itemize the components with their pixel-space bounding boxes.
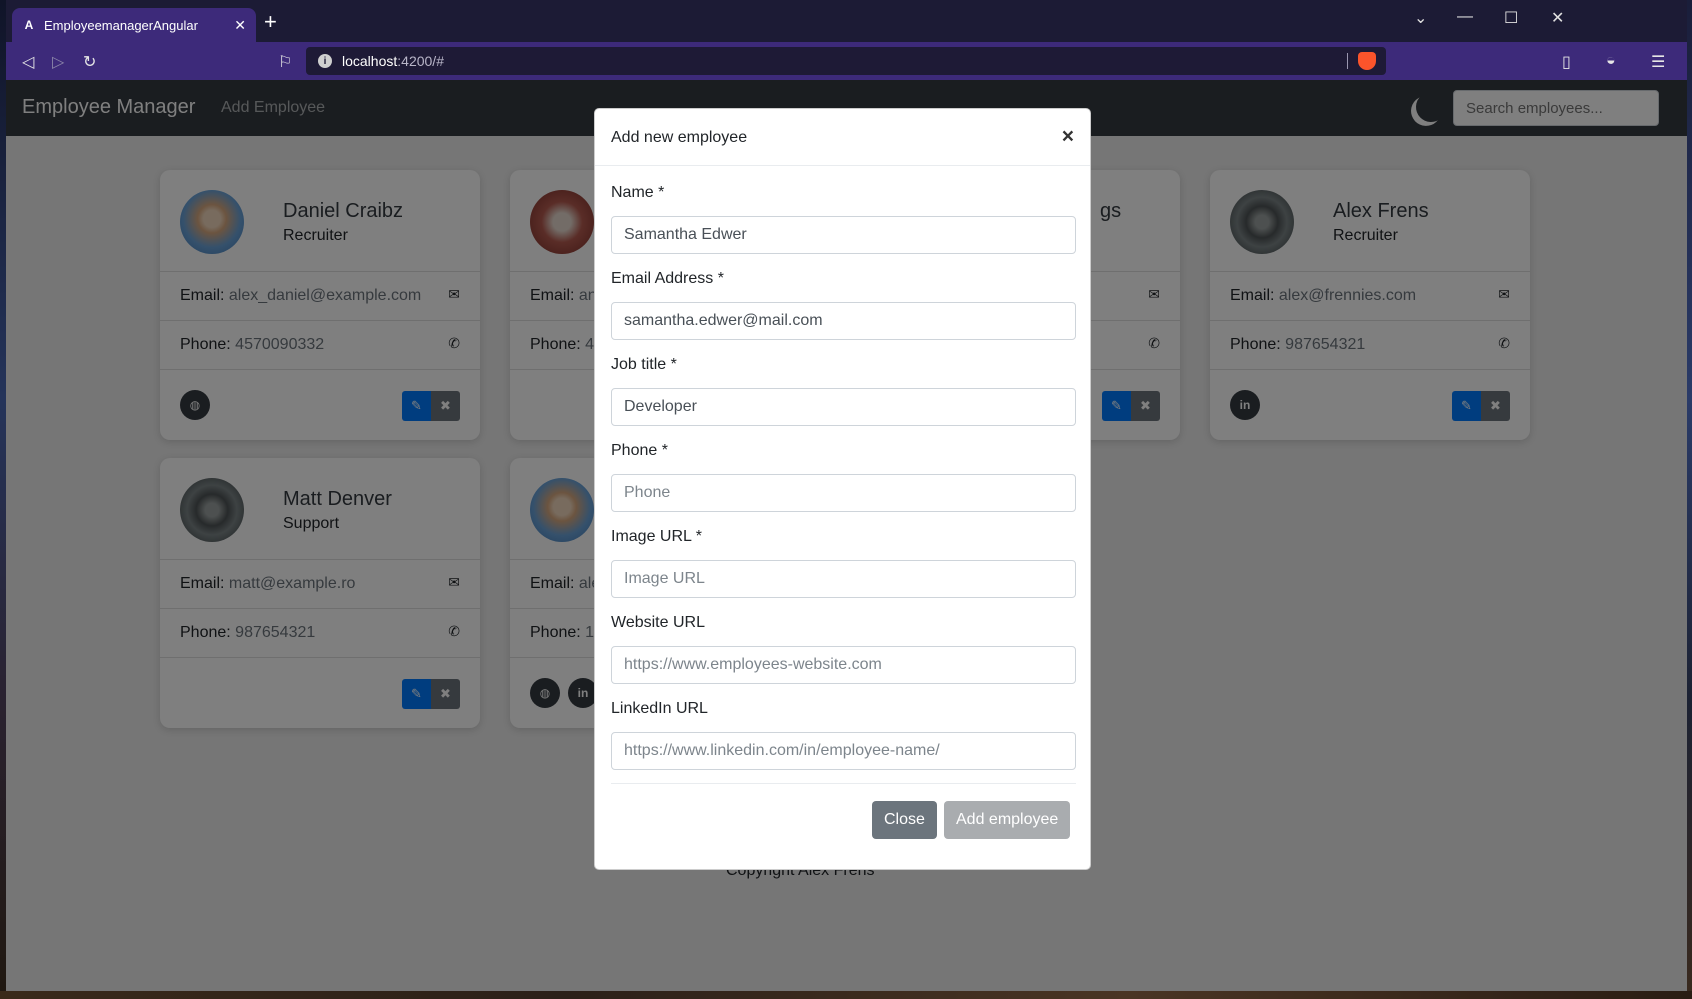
brave-shield-icon[interactable] [1358,52,1376,70]
phone-field[interactable] [611,474,1076,512]
email-group: Email Address * [611,270,1076,340]
email-field[interactable] [611,302,1076,340]
reload-icon[interactable]: ↻ [83,52,96,72]
page: Employee Manager Add Employee Daniel Cra… [6,80,1687,991]
desktop-edge-right [1687,0,1692,999]
linkedin-url-label: LinkedIn URL [611,700,708,717]
linkedin-url-group: LinkedIn URL [611,700,1076,770]
add-employee-modal: Add new employee × Name * Email Address … [594,108,1091,870]
tab-close-icon[interactable]: ✕ [234,17,246,34]
bookmark-icon[interactable]: ⚐ [278,52,292,72]
address-bar[interactable]: i localhost :4200/# [306,47,1386,75]
image-url-label: Image URL * [611,528,702,545]
job-title-label: Job title * [611,356,677,373]
sidebar-icon[interactable]: ▯ [1562,52,1571,72]
job-title-field[interactable] [611,388,1076,426]
modal-footer: Close Add employee [611,783,1076,871]
desktop-edge-bottom [0,991,1692,999]
url-host: localhost [342,53,398,69]
tab-strip: A EmployeemanagerAngular ✕ + ⌄ — ☐ ✕ [6,0,1687,42]
tab-title: EmployeemanagerAngular [44,17,198,33]
site-info-icon[interactable]: i [318,54,332,68]
wallet-icon[interactable]: ◒ [1606,52,1616,70]
back-icon[interactable]: ◁ [22,52,34,72]
add-employee-button[interactable]: Add employee [944,801,1071,839]
angular-icon: A [24,18,34,32]
minimize-icon[interactable]: — [1457,8,1473,26]
modal-title: Add new employee [611,129,748,146]
name-field[interactable] [611,216,1076,254]
forward-icon[interactable]: ▷ [52,52,64,72]
website-url-label: Website URL [611,614,705,631]
tab-search-icon[interactable]: ⌄ [1414,8,1427,28]
image-url-group: Image URL * [611,528,1076,598]
browser-toolbar: ◁ ▷ ↻ ⚐ i localhost :4200/# ▯ ◒ ☰ [6,42,1687,80]
url-separator [1347,53,1348,69]
name-group: Name * [611,184,1076,254]
maximize-icon[interactable]: ☐ [1504,8,1518,28]
name-label: Name * [611,184,665,201]
email-label: Email Address * [611,270,724,287]
image-url-field[interactable] [611,560,1076,598]
modal-header: Add new employee × [595,109,1090,166]
linkedin-url-field[interactable] [611,732,1076,770]
phone-group: Phone * [611,442,1076,512]
phone-label: Phone * [611,442,668,459]
website-url-field[interactable] [611,646,1076,684]
close-icon[interactable]: ✕ [1551,8,1564,28]
close-button[interactable]: Close [872,801,937,839]
browser-tab[interactable]: A EmployeemanagerAngular ✕ [12,8,256,42]
url-path: :4200/# [397,53,444,69]
browser-window: A EmployeemanagerAngular ✕ + ⌄ — ☐ ✕ ◁ ▷… [6,0,1687,991]
menu-icon[interactable]: ☰ [1651,52,1665,72]
website-url-group: Website URL [611,614,1076,684]
new-tab-icon[interactable]: + [264,11,277,33]
job-title-group: Job title * [611,356,1076,426]
close-icon[interactable]: × [1062,126,1074,147]
